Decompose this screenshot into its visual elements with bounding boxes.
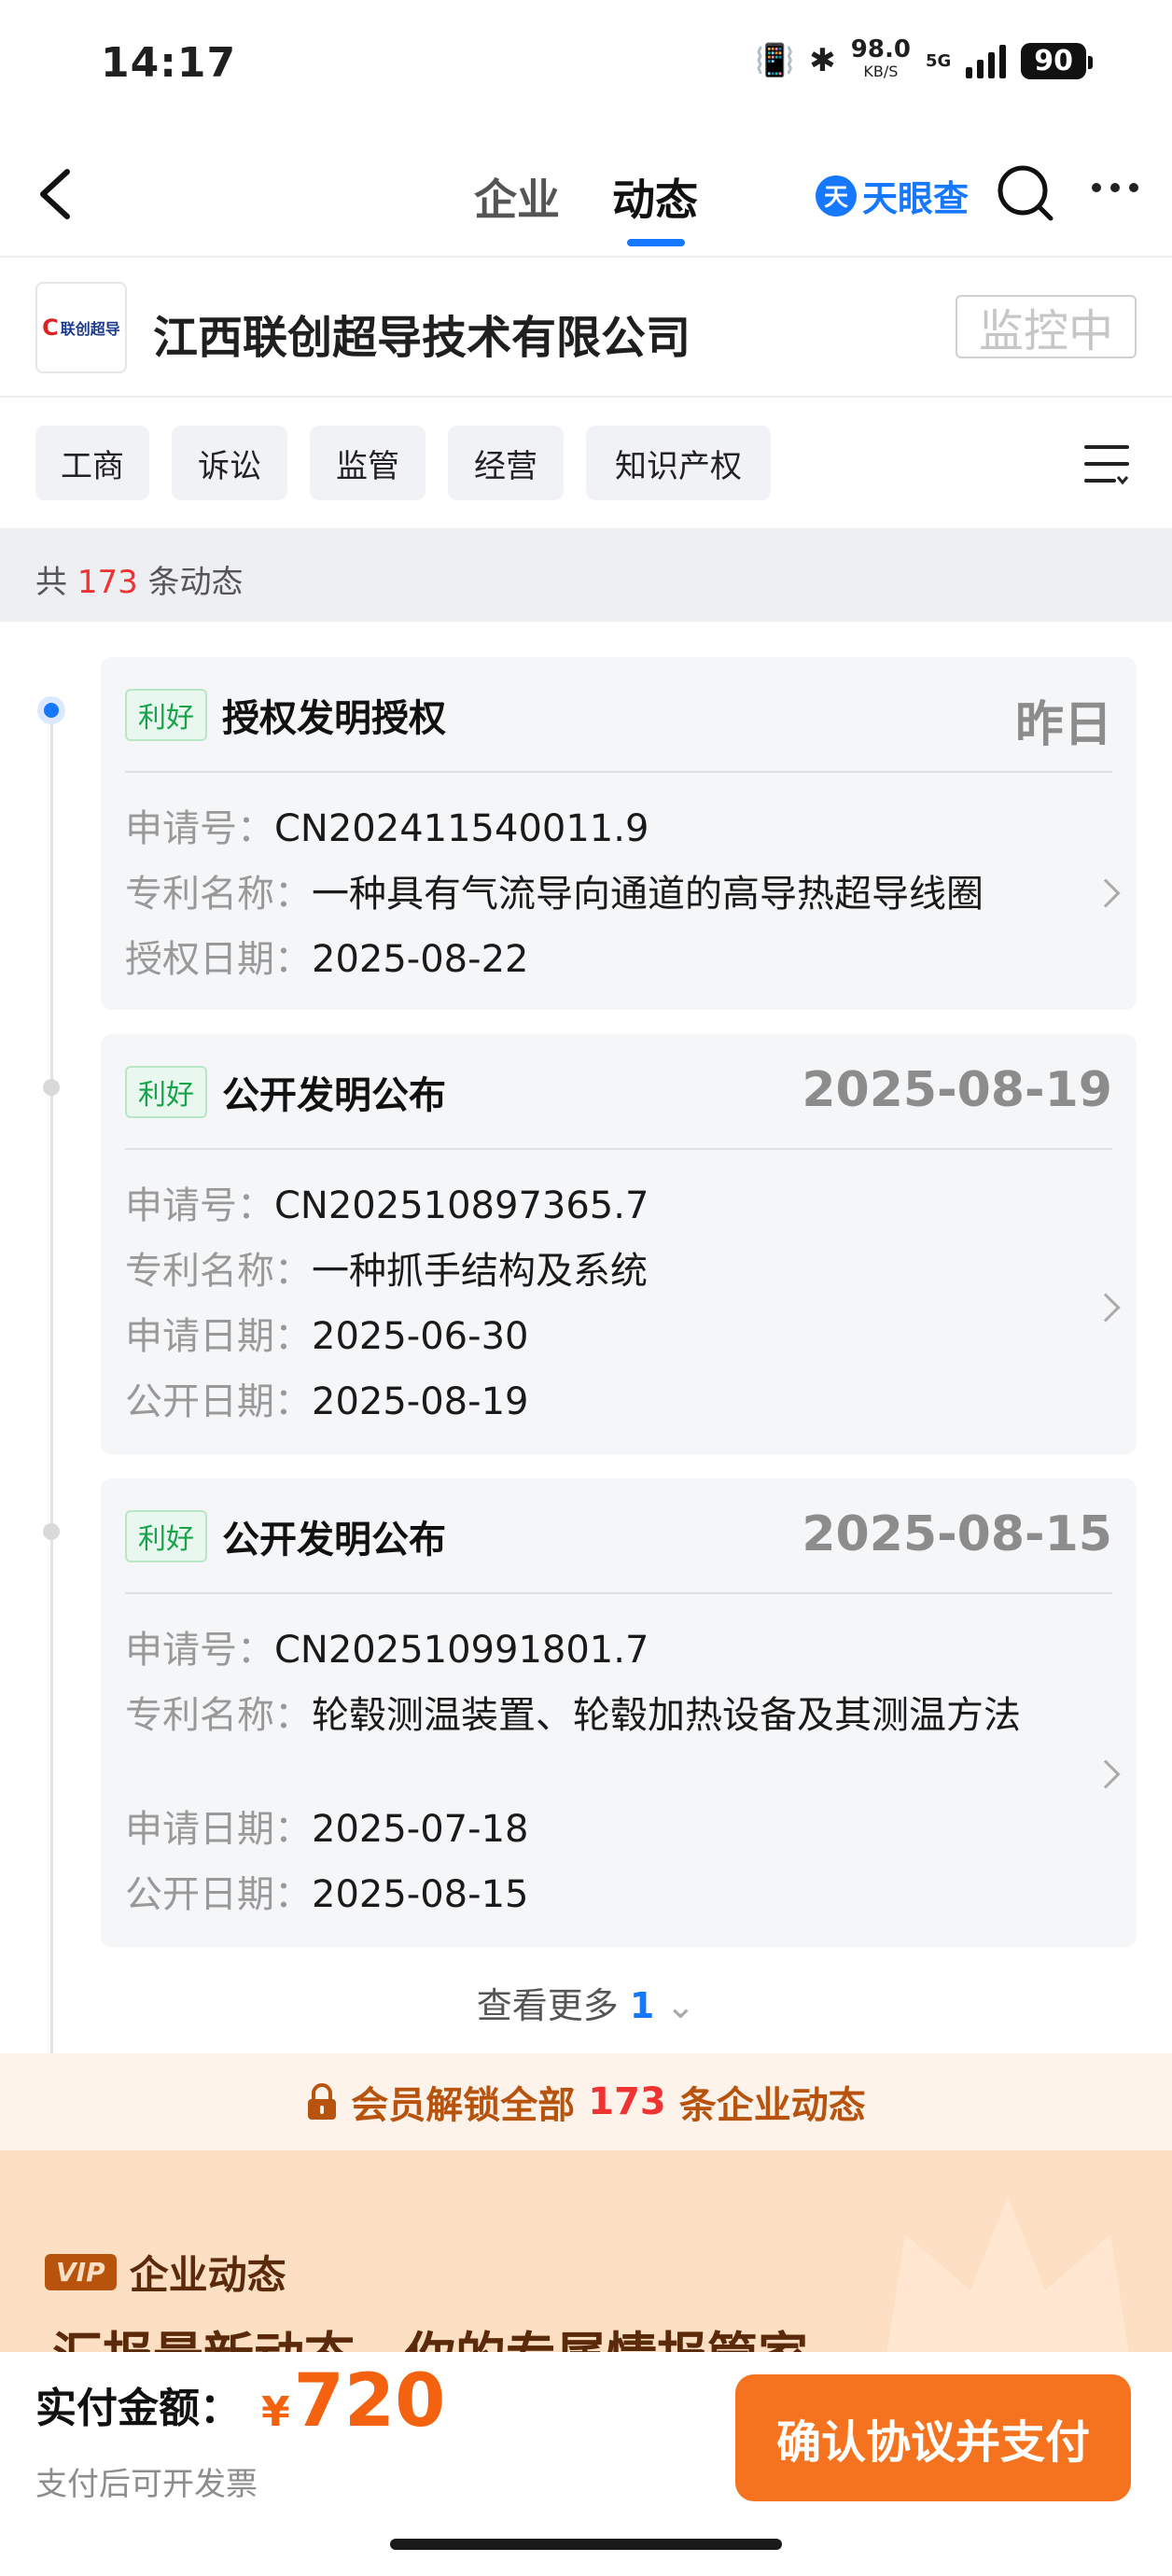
- event-title: 授权发明授权: [222, 697, 446, 740]
- field-row: 申请号： CN202411540011.9: [125, 807, 649, 850]
- filter-chip-business[interactable]: 工商: [35, 426, 149, 500]
- back-icon[interactable]: [34, 166, 82, 222]
- tab-news[interactable]: 动态: [612, 166, 698, 228]
- event-date: 2025-08-19: [802, 1062, 1112, 1118]
- net-speed: 98.0 KB/S: [850, 35, 911, 80]
- invoice-note: 支付后可开发票: [35, 2466, 258, 2503]
- field-row: 专利名称： 轮毂测温装置、轮毂加热设备及其测温方法: [125, 1694, 1021, 1737]
- field-row: 申请日期： 2025-06-30: [125, 1315, 529, 1358]
- field-row: 专利名称： 一种抓手结构及系统: [125, 1250, 648, 1293]
- lock-icon: [308, 2083, 337, 2120]
- field-row: 申请号： CN202510897365.7: [125, 1184, 649, 1227]
- vip-unlock-banner[interactable]: 会员解锁全部 173 条企业动态: [0, 2053, 1172, 2150]
- see-more-button[interactable]: 查看更多 1 ⌄: [0, 1977, 1172, 2028]
- company-name[interactable]: 江西联创超导技术有限公司: [153, 301, 691, 366]
- field-row: 公开日期： 2025-08-19: [125, 1380, 529, 1423]
- timeline-line: [50, 709, 53, 2053]
- event-title: 公开发明公布: [222, 1519, 446, 1561]
- timeline-dot: [43, 1523, 60, 1540]
- search-icon[interactable]: [997, 164, 1056, 224]
- vip-badge: VIP: [45, 2254, 117, 2290]
- event-card[interactable]: 利好 公开发明公布 2025-08-15 申请号： CN202510991801.…: [101, 1478, 1137, 1947]
- monitor-button[interactable]: 监控中: [956, 295, 1137, 358]
- filter-chip-ip[interactable]: 知识产权: [586, 426, 771, 500]
- timeline-dot-active: [37, 696, 65, 724]
- active-tab-indicator: [627, 239, 685, 246]
- vip-heading: VIP 企业动态: [45, 2244, 286, 2301]
- confirm-pay-button[interactable]: 确认协议并支付: [735, 2374, 1131, 2501]
- tab-company[interactable]: 企业: [474, 166, 560, 228]
- filter-menu-icon[interactable]: [1084, 442, 1129, 485]
- filter-chip-regulation[interactable]: 监管: [310, 426, 426, 500]
- event-count: 共 173 条动态: [35, 564, 244, 601]
- event-date: 2025-08-15: [802, 1506, 1112, 1562]
- event-tag: 利好: [125, 689, 207, 741]
- event-tag: 利好: [125, 1066, 207, 1118]
- timeline-dot: [43, 1079, 60, 1096]
- pay-amount: ¥720: [261, 2359, 446, 2443]
- field-row: 申请号： CN202510991801.7: [125, 1629, 649, 1672]
- company-logo: C 联创超导: [35, 282, 127, 373]
- event-date: 昨日: [1014, 697, 1112, 753]
- brand-logo: 天 天眼查: [816, 170, 969, 221]
- battery-level: 90: [1021, 42, 1093, 79]
- divider: [0, 396, 1172, 398]
- tianyancha-icon: 天: [816, 175, 857, 217]
- chevron-right-icon: [1091, 1759, 1121, 1789]
- bluetooth-icon: ✱: [809, 42, 836, 79]
- vibrate-icon: 📳: [754, 42, 795, 79]
- event-title: 公开发明公布: [222, 1074, 446, 1117]
- field-row: 申请日期： 2025-07-18: [125, 1808, 529, 1851]
- status-time: 14:17: [101, 39, 237, 87]
- event-card[interactable]: 利好 授权发明授权 昨日 申请号： CN202411540011.9 专利名称：一…: [101, 657, 1137, 1010]
- chevron-right-icon: [1091, 1293, 1121, 1323]
- signal-icon: [966, 43, 1007, 78]
- status-icons: 📳 ✱ 98.0 KB/S 5G 90: [754, 35, 1093, 84]
- event-card[interactable]: 利好 公开发明公布 2025-08-19 申请号： CN202510897365.…: [101, 1034, 1137, 1454]
- network-type: 5G: [925, 50, 952, 71]
- field-row: 公开日期： 2025-08-15: [125, 1873, 529, 1916]
- chevron-down-icon: ⌄: [665, 1985, 696, 2026]
- chevron-right-icon: [1091, 878, 1121, 908]
- crown-icon: [886, 2197, 1129, 2352]
- divider: [0, 256, 1172, 258]
- event-tag: 利好: [125, 1510, 207, 1562]
- field-row: 授权日期： 2025-08-22: [125, 938, 529, 981]
- filter-chip-operations[interactable]: 经营: [448, 426, 564, 500]
- pay-label: 实付金额：: [35, 2385, 241, 2432]
- home-indicator[interactable]: [390, 2539, 782, 2550]
- field-row: 专利名称： 一种具有气流导向通道的高导热超导线圈: [125, 873, 984, 916]
- filter-chip-litigation[interactable]: 诉讼: [172, 426, 287, 500]
- more-icon[interactable]: [1092, 183, 1138, 192]
